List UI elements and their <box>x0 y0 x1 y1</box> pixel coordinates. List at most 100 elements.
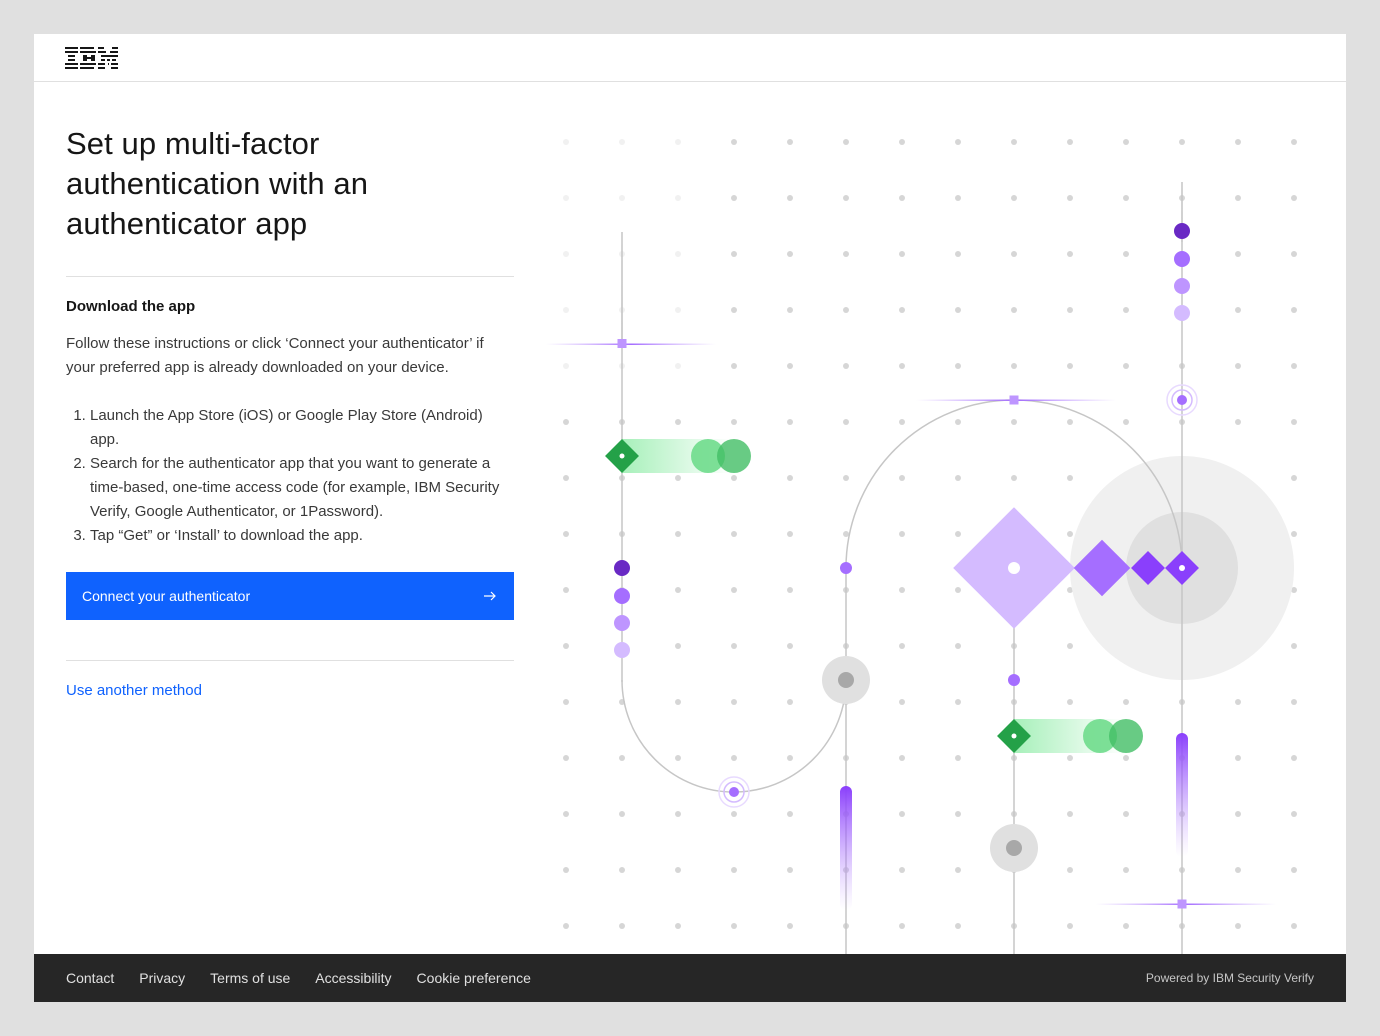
grid-dot <box>899 587 905 593</box>
connect-authenticator-button[interactable]: Connect your authenticator <box>66 572 514 620</box>
grid-dot <box>675 363 681 369</box>
arrow-right-icon <box>484 591 496 601</box>
grid-dot <box>1067 643 1073 649</box>
grid-dot <box>1235 811 1241 817</box>
grid-dot <box>899 643 905 649</box>
node-square <box>1009 395 1019 405</box>
grid-dot <box>675 587 681 593</box>
grid-dot <box>619 195 625 201</box>
grid-dot <box>1291 475 1297 481</box>
step-item: Tap “Get” or ‘Install’ to download the a… <box>90 524 514 548</box>
grid-dot <box>1123 755 1129 761</box>
grid-dot <box>731 139 737 145</box>
grid-dot <box>955 139 961 145</box>
grid-dot <box>899 867 905 873</box>
use-another-method-link[interactable]: Use another method <box>66 681 202 701</box>
grid-dot <box>955 251 961 257</box>
grid-dot <box>787 363 793 369</box>
grid-dot <box>1235 419 1241 425</box>
grid-dot <box>787 307 793 313</box>
grid-dot <box>619 811 625 817</box>
purple-dot <box>614 560 630 576</box>
purple-dot <box>614 615 630 631</box>
grid-dot <box>843 307 849 313</box>
grid-dot <box>675 923 681 929</box>
footer-link-terms[interactable]: Terms of use <box>210 970 290 986</box>
grid-dot <box>675 251 681 257</box>
grid-dot <box>563 699 569 705</box>
grid-dot <box>1235 755 1241 761</box>
purple-dot <box>1174 223 1190 239</box>
grid-dot <box>1235 307 1241 313</box>
grid-dot <box>843 363 849 369</box>
grid-dot <box>899 923 905 929</box>
green-circle <box>717 439 751 473</box>
grid-dot <box>675 139 681 145</box>
steps-list: Launch the App Store (iOS) or Google Pla… <box>66 404 514 548</box>
purple-dot <box>1174 278 1190 294</box>
method-divider <box>66 660 514 661</box>
grid-dot <box>1067 923 1073 929</box>
grid-dot <box>1011 307 1017 313</box>
footer-link-accessibility[interactable]: Accessibility <box>315 970 391 986</box>
grid-dot <box>955 531 961 537</box>
grid-dot <box>955 195 961 201</box>
connect-button-label: Connect your authenticator <box>82 588 251 604</box>
grid-dot <box>1291 251 1297 257</box>
signal-line <box>546 343 716 345</box>
grid-dot <box>1011 475 1017 481</box>
grid-dot <box>1291 419 1297 425</box>
purple-dot <box>614 642 630 658</box>
grid-dot <box>955 307 961 313</box>
grid-dot <box>1067 195 1073 201</box>
track-arc <box>621 679 847 793</box>
grid-dot <box>1235 699 1241 705</box>
grid-dot <box>1235 195 1241 201</box>
grid-dot <box>675 475 681 481</box>
grid-dot <box>731 699 737 705</box>
node-square <box>1177 899 1187 909</box>
grid-dot <box>1291 811 1297 817</box>
step-item: Search for the authenticator app that yo… <box>90 452 514 524</box>
page-frame: Set up multi-factor authentication with … <box>34 34 1346 1002</box>
grid-dot <box>1235 867 1241 873</box>
grid-dot <box>787 923 793 929</box>
grid-dot <box>1011 139 1017 145</box>
grid-dot <box>1067 699 1073 705</box>
grid-dot <box>563 923 569 929</box>
grid-dot <box>787 811 793 817</box>
grid-dot <box>899 755 905 761</box>
green-circle <box>1109 719 1143 753</box>
grid-dot <box>1123 419 1129 425</box>
grid-dot <box>1067 363 1073 369</box>
grid-dot <box>955 867 961 873</box>
footer-link-contact[interactable]: Contact <box>66 970 114 986</box>
grid-dot <box>843 195 849 201</box>
footer-link-privacy[interactable]: Privacy <box>139 970 185 986</box>
grid-dot <box>1067 307 1073 313</box>
footer-link-cookie-preference[interactable]: Cookie preference <box>417 970 531 986</box>
small-node <box>1008 674 1020 686</box>
grid-dot <box>1235 363 1241 369</box>
grid-dot <box>731 195 737 201</box>
grid-dot <box>563 195 569 201</box>
grid-dot <box>1011 195 1017 201</box>
grid-dot <box>955 811 961 817</box>
page-title: Set up multi-factor authentication with … <box>66 126 369 241</box>
grid-dot <box>1291 867 1297 873</box>
grid-dot <box>675 867 681 873</box>
purple-bar <box>1176 733 1188 857</box>
grid-dot <box>1291 363 1297 369</box>
grid-dot <box>1291 699 1297 705</box>
grid-dot <box>675 755 681 761</box>
grid-dot <box>899 699 905 705</box>
track-fade <box>621 232 623 342</box>
top-header <box>34 34 1346 82</box>
ring-node <box>1166 384 1198 416</box>
grid-dot <box>675 307 681 313</box>
ibm-logo[interactable] <box>65 46 119 70</box>
grid-dot <box>1067 419 1073 425</box>
grid-dot <box>1291 195 1297 201</box>
grid-dot <box>563 587 569 593</box>
grid-dot <box>1067 475 1073 481</box>
